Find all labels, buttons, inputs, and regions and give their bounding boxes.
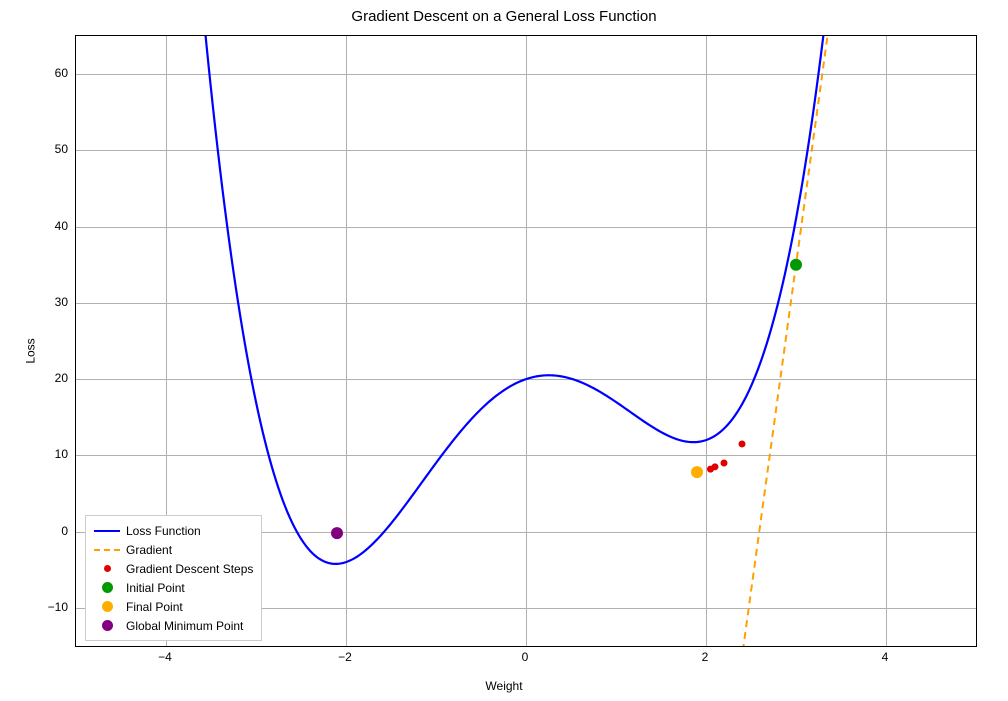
- y-tick-label: −10: [28, 600, 68, 614]
- legend-dashed-line-icon: [94, 549, 120, 551]
- y-tick-label: 10: [28, 447, 68, 461]
- y-tick-label: 0: [28, 524, 68, 538]
- legend-line-icon: [94, 530, 120, 532]
- legend-label: Loss Function: [126, 524, 201, 538]
- legend-dot-icon: [94, 565, 120, 572]
- x-tick-label: 4: [882, 650, 889, 664]
- y-tick-label: 60: [28, 66, 68, 80]
- y-tick-label: 30: [28, 295, 68, 309]
- x-axis-label: Weight: [485, 679, 522, 693]
- legend-dot-icon: [94, 582, 120, 593]
- x-tick-label: 0: [522, 650, 529, 664]
- legend-label: Gradient Descent Steps: [126, 562, 253, 576]
- legend-dot-icon: [94, 601, 120, 612]
- global-min-point: [331, 527, 343, 539]
- step-point: [707, 466, 714, 473]
- step-point: [739, 440, 746, 447]
- y-tick-label: 40: [28, 219, 68, 233]
- gradient-line: [733, 35, 859, 647]
- step-point: [721, 460, 728, 467]
- legend-dot-icon: [94, 620, 120, 631]
- final-point: [691, 466, 703, 478]
- chart-title: Gradient Descent on a General Loss Funct…: [0, 8, 1008, 25]
- legend: Loss Function Gradient Gradient Descent …: [85, 515, 262, 641]
- x-tick-label: 2: [702, 650, 709, 664]
- y-tick-label: 20: [28, 371, 68, 385]
- initial-point: [790, 259, 802, 271]
- x-tick-label: −2: [338, 650, 352, 664]
- legend-item-final: Final Point: [94, 597, 253, 616]
- chart-root: Gradient Descent on a General Loss Funct…: [0, 0, 1008, 701]
- legend-label: Global Minimum Point: [126, 619, 243, 633]
- loss-curve: [76, 35, 976, 564]
- legend-label: Initial Point: [126, 581, 185, 595]
- legend-label: Final Point: [126, 600, 183, 614]
- x-tick-label: −4: [158, 650, 172, 664]
- y-tick-label: 50: [28, 142, 68, 156]
- y-axis-label: Loss: [24, 338, 38, 363]
- legend-item-steps: Gradient Descent Steps: [94, 559, 253, 578]
- legend-item-initial: Initial Point: [94, 578, 253, 597]
- legend-item-global-min: Global Minimum Point: [94, 616, 253, 635]
- legend-item-loss-function: Loss Function: [94, 521, 253, 540]
- legend-item-gradient: Gradient: [94, 540, 253, 559]
- legend-label: Gradient: [126, 543, 172, 557]
